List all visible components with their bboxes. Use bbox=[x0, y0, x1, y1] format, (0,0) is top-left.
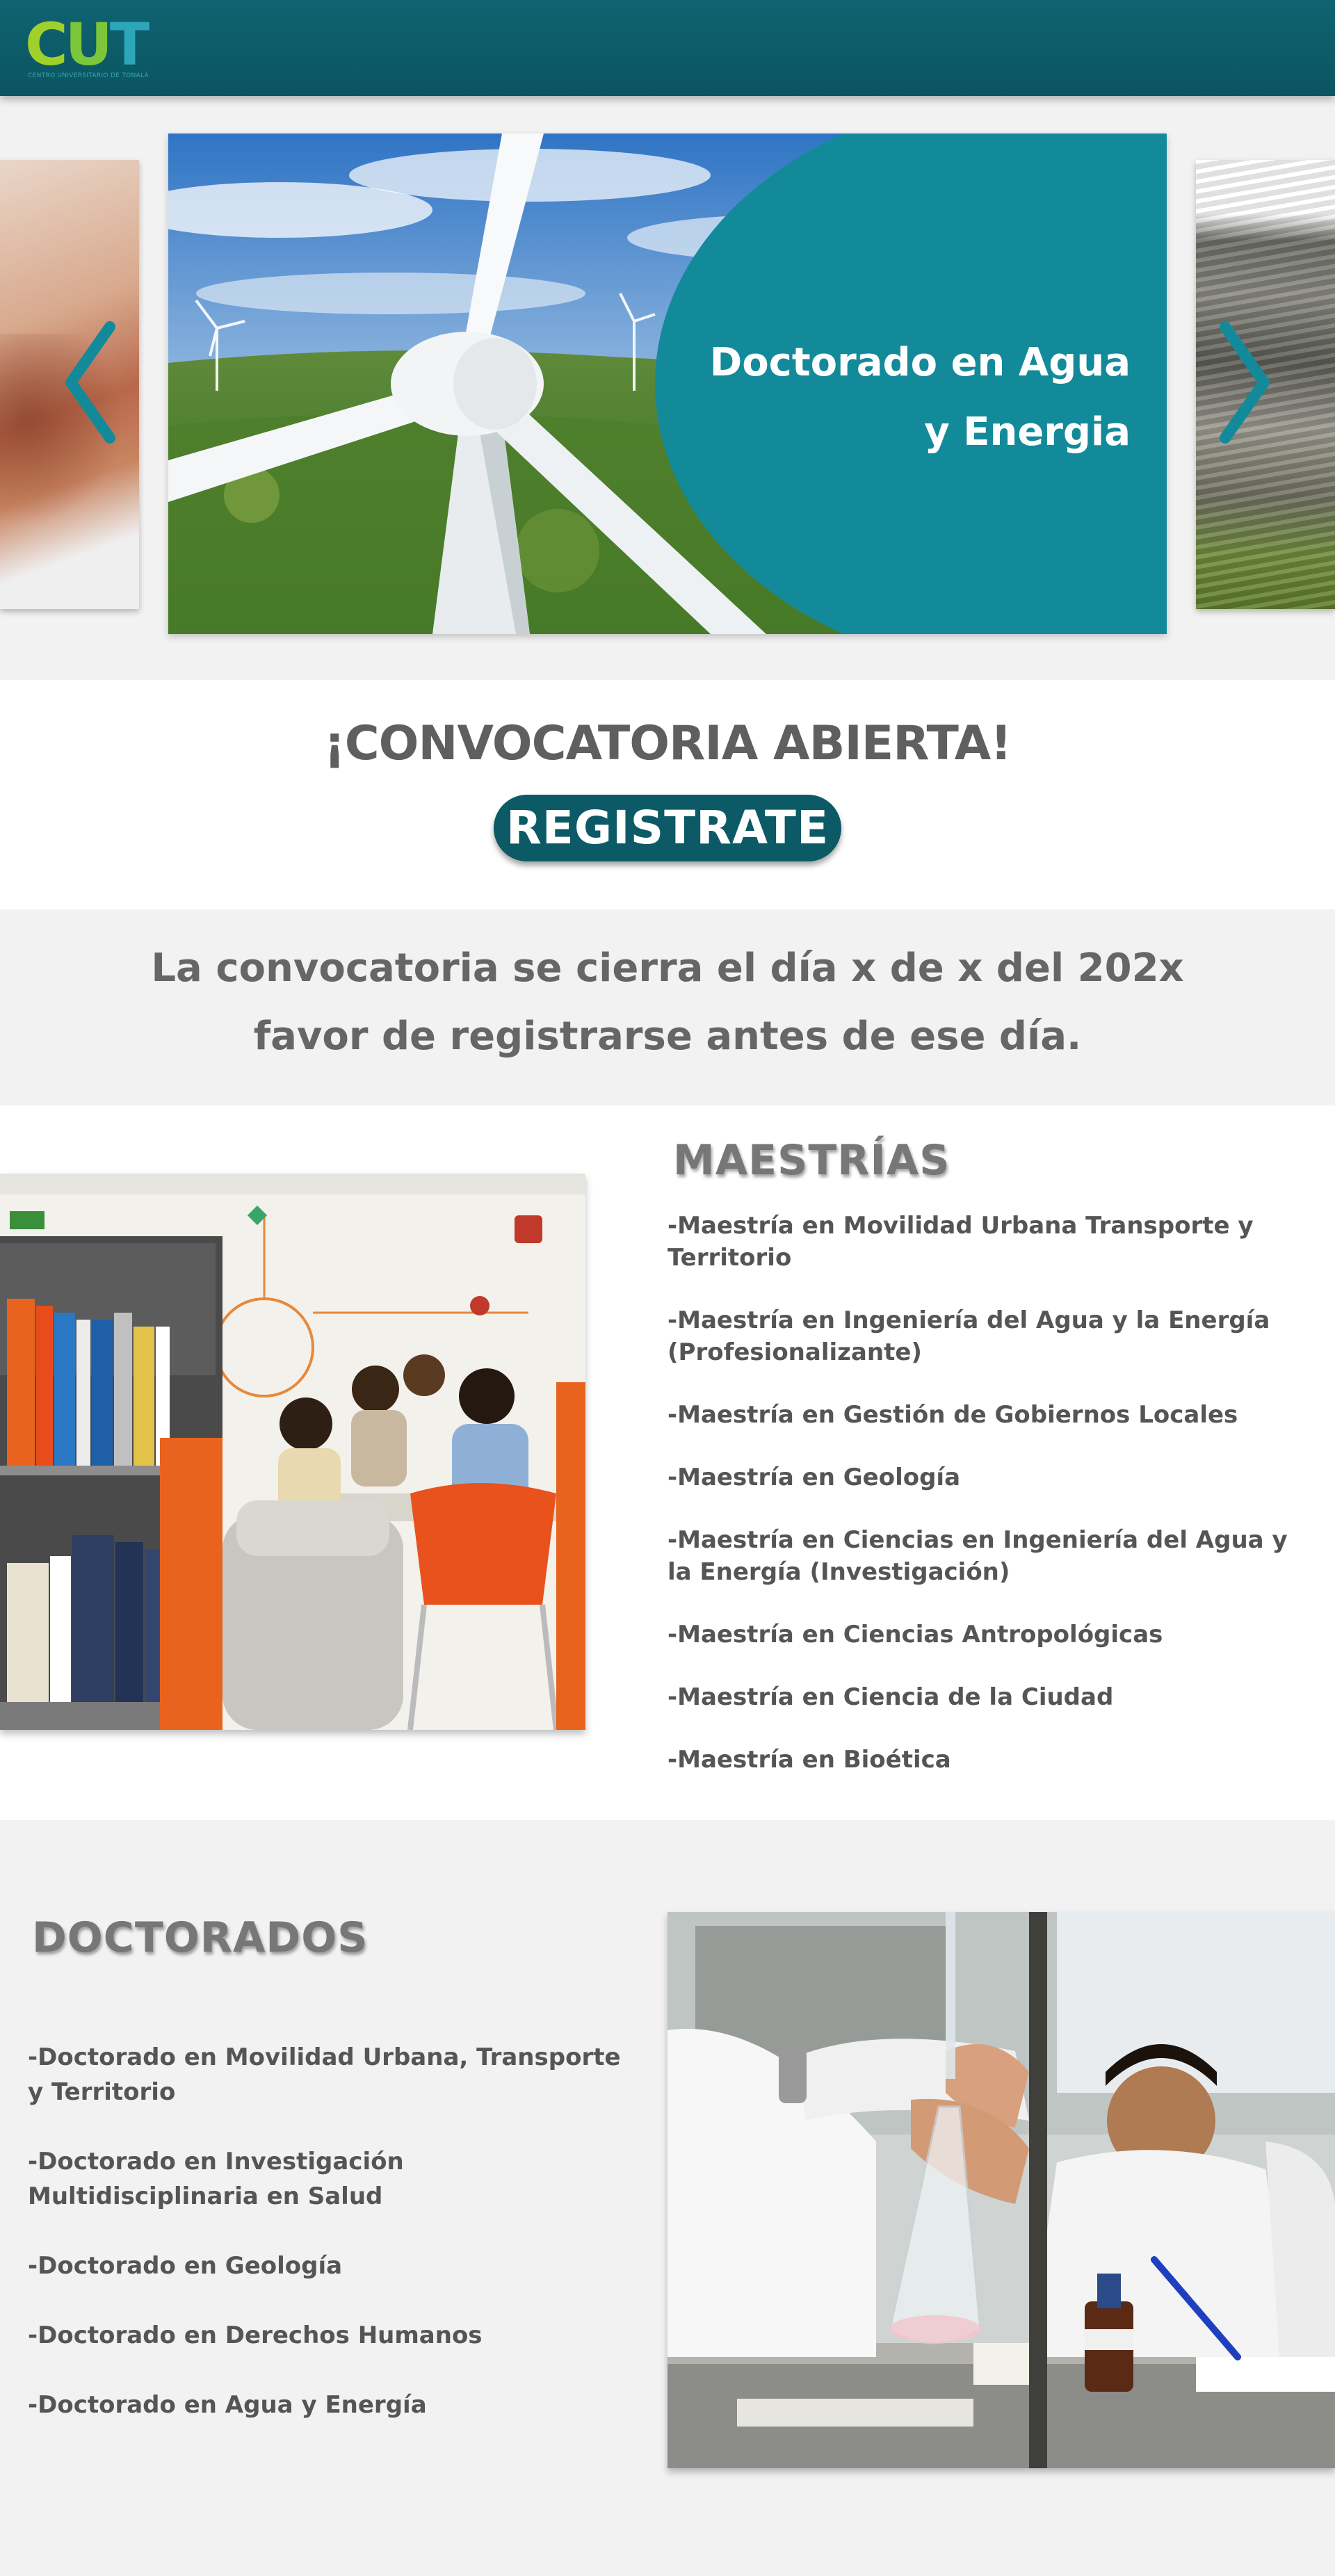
doctorates-list-item[interactable]: -Doctorado en Investigación Multidiscipl… bbox=[28, 2144, 640, 2214]
doctorates-title: DOCTORADOS bbox=[32, 1913, 369, 1962]
masters-list-item[interactable]: -Maestría en Bioética bbox=[668, 1744, 1293, 1776]
open-call-title: ¡CONVOCATORIA ABIERTA! bbox=[323, 716, 1012, 771]
doctorates-list-item[interactable]: -Doctorado en Derechos Humanos bbox=[28, 2318, 640, 2353]
masters-title: MAESTRÍAS bbox=[673, 1136, 950, 1185]
chevron-left-icon[interactable] bbox=[61, 320, 117, 445]
masters-list-item[interactable]: -Maestría en Ingeniería del Agua y la En… bbox=[668, 1304, 1293, 1368]
library-students-photo bbox=[0, 1174, 585, 1730]
open-call-section: ¡CONVOCATORIA ABIERTA! REGISTRATE bbox=[0, 680, 1335, 909]
masters-list: -Maestría en Movilidad Urbana Transporte… bbox=[668, 1210, 1293, 1806]
doctorates-section: DOCTORADOS -Doctorado en Movilidad Urban… bbox=[0, 1820, 1335, 2576]
masters-list-item[interactable]: -Maestría en Movilidad Urbana Transporte… bbox=[668, 1210, 1293, 1274]
doctorates-list-item[interactable]: -Doctorado en Agua y Energía bbox=[28, 2388, 640, 2422]
top-header: CUT CENTRO UNIVERSITARIO DE TONALÁ bbox=[0, 0, 1335, 96]
deadline-text-line2: favor de registrarse antes de ese día. bbox=[253, 1014, 1082, 1059]
deadline-section: La convocatoria se cierra el día x de x … bbox=[0, 909, 1335, 1105]
masters-list-item[interactable]: -Maestría en Ciencias en Ingeniería del … bbox=[668, 1524, 1293, 1588]
logo-tagline: CENTRO UNIVERSITARIO DE TONALÁ bbox=[28, 72, 149, 79]
register-button[interactable]: REGISTRATE bbox=[494, 795, 841, 861]
hero-carousel: Doctorado en Agua y Energia bbox=[0, 133, 1335, 634]
lab-research-photo bbox=[668, 1912, 1335, 2468]
masters-list-item[interactable]: -Maestría en Gestión de Gobiernos Locale… bbox=[668, 1399, 1293, 1431]
masters-list-item[interactable]: -Maestría en Geología bbox=[668, 1461, 1293, 1493]
slide-title: Doctorado en Agua y Energia bbox=[709, 340, 1131, 455]
masters-list-item[interactable]: -Maestría en Ciencias Antropológicas bbox=[668, 1619, 1293, 1651]
masters-list-item[interactable]: -Maestría en Ciencia de la Ciudad bbox=[668, 1681, 1293, 1713]
logo-wordmark: CUT bbox=[25, 10, 149, 79]
deadline-text-line1: La convocatoria se cierra el día x de x … bbox=[151, 946, 1184, 991]
masters-section: MAESTRÍAS -Maestría en Movilidad Urbana … bbox=[0, 1105, 1335, 1820]
doctorates-list-item[interactable]: -Doctorado en Geología bbox=[28, 2249, 640, 2283]
carousel-active-slide[interactable]: Doctorado en Agua y Energia bbox=[168, 133, 1167, 634]
chevron-right-icon[interactable] bbox=[1218, 320, 1274, 445]
doctorates-list: -Doctorado en Movilidad Urbana, Transpor… bbox=[28, 2040, 640, 2457]
doctorates-list-item[interactable]: -Doctorado en Movilidad Urbana, Transpor… bbox=[28, 2040, 640, 2109]
site-logo[interactable]: CUT CENTRO UNIVERSITARIO DE TONALÁ bbox=[25, 13, 185, 82]
